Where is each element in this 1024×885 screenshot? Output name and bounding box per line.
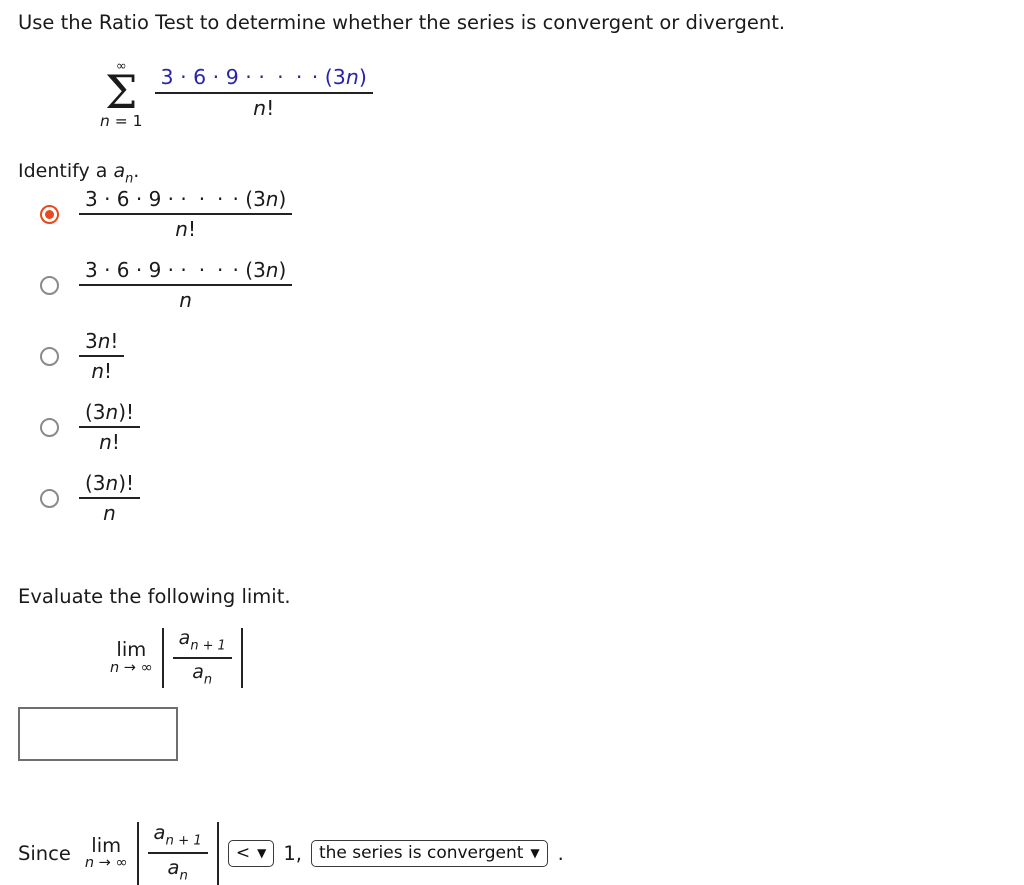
option-row-2[interactable]: 3 · 6 · 9 · · · · · (3n) n [40,257,520,313]
verdict-dropdown[interactable]: the series is convergent ▼ [310,839,548,868]
series-expression: ∞ Σ n = 1 3 · 6 · 9 · · · · · (3n) n! [100,60,373,130]
ratio-fraction: an + 1 an [172,627,232,688]
chevron-down-icon: ▼ [257,845,267,860]
comparison-threshold: 1, [283,841,302,865]
absolute-value-bar-left [161,628,164,688]
limit-operator: lim n → ∞ [110,638,153,676]
fraction-bar [79,355,125,357]
fraction-bar [147,852,208,855]
radio-option-1[interactable] [40,204,59,224]
limit-answer-input[interactable] [18,707,178,761]
conclusion-row: Since lim n → ∞ an + 1 an < ▼ 1, the ser… [18,822,564,885]
fraction-bar [79,284,293,286]
option-row-5[interactable]: (3n)! n [40,470,520,526]
conclusion-period: . [557,841,564,865]
option-3-fraction: 3n! n! [79,329,125,383]
option-row-3[interactable]: 3n! n! [40,328,520,384]
fraction-bar [79,497,141,499]
comparison-dropdown[interactable]: < ▼ [227,839,275,868]
question-prompt: Use the Ratio Test to determine whether … [18,11,786,34]
option-row-1[interactable]: 3 · 6 · 9 · · · · · (3n) n! [40,186,520,242]
fraction-bar [172,656,232,659]
summation-symbol: ∞ Σ n = 1 [100,60,143,130]
comparison-dropdown-value: < [235,842,251,863]
verdict-dropdown-value: the series is convergent [318,842,524,863]
series-denominator: n! [253,95,275,120]
series-numerator: 3 · 6 · 9 · · · · · (3n) [160,64,367,89]
radio-option-5[interactable] [40,488,59,508]
sigma-icon: Σ [105,65,138,119]
summation-lower-limit: n = 1 [100,112,143,131]
radio-option-4[interactable] [40,417,59,437]
option-4-fraction: (3n)! n! [79,400,141,454]
limit-expression: lim n → ∞ an + 1 an [110,627,252,688]
fraction-bar [154,91,373,94]
option-2-fraction: 3 · 6 · 9 · · · · · (3n) n [79,258,293,312]
radio-option-2[interactable] [40,275,59,295]
conclusion-lead: Since [18,841,71,865]
fraction-bar [79,426,141,428]
conclusion-ratio-fraction: an + 1 an [147,822,208,885]
absolute-value-bar-left [136,822,139,885]
absolute-value-bar-right [240,628,243,688]
chevron-down-icon: ▼ [530,845,540,860]
fraction-bar [79,213,293,215]
conclusion-limit-operator: lim n → ∞ [84,833,128,872]
absolute-value-bar-right [216,822,219,885]
series-term-fraction: 3 · 6 · 9 · · · · · (3n) n! [154,64,373,120]
option-5-fraction: (3n)! n [79,471,141,525]
answer-options-group: 3 · 6 · 9 · · · · · (3n) n! 3 · 6 · 9 · … [40,186,520,541]
limit-prompt: Evaluate the following limit. [18,585,291,608]
radio-option-3[interactable] [40,346,59,366]
option-row-4[interactable]: (3n)! n! [40,399,520,455]
option-1-fraction: 3 · 6 · 9 · · · · · (3n) n! [79,187,293,241]
identify-prompt: Identify a an. [18,160,140,187]
